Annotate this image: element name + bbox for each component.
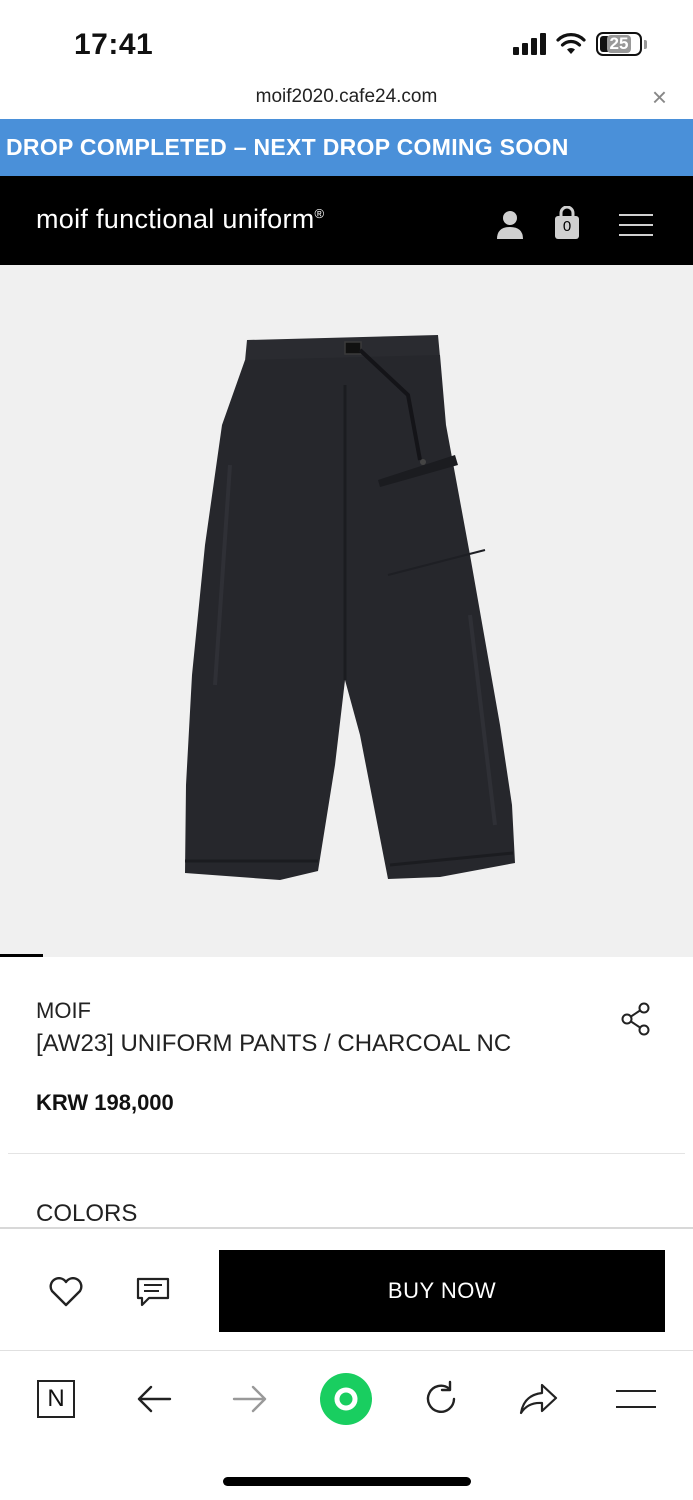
reload-button[interactable] xyxy=(413,1373,469,1425)
menu-icon xyxy=(616,1390,656,1408)
pants-illustration xyxy=(185,335,515,880)
battery-tip xyxy=(644,39,647,49)
forward-arrow-icon xyxy=(232,1385,267,1413)
browser-toolbar: N xyxy=(0,1350,693,1500)
review-icon[interactable] xyxy=(135,1276,171,1308)
battery-icon: 25 xyxy=(596,32,642,56)
product-title: [AW23] UNIFORM PANTS / CHARCOAL NC xyxy=(36,1030,512,1057)
back-arrow-icon xyxy=(137,1385,172,1413)
product-price: KRW 198,000 xyxy=(36,1090,174,1115)
battery-level: 25 xyxy=(606,35,632,53)
share-page-button[interactable] xyxy=(510,1373,566,1425)
status-bar: 17:41 25 xyxy=(0,0,693,80)
url-text[interactable]: moif2020.cafe24.com xyxy=(0,86,693,108)
purchase-bar: BUY NOW xyxy=(0,1227,693,1350)
share-arrow-icon xyxy=(519,1383,558,1415)
slide-indicator xyxy=(0,954,43,957)
cart-count: 0 xyxy=(562,218,572,235)
status-icons: 25 xyxy=(513,32,647,56)
product-image[interactable] xyxy=(0,265,693,957)
green-dot-icon xyxy=(320,1373,372,1425)
heart-icon[interactable] xyxy=(48,1277,84,1307)
announcement-banner[interactable]: DROP COMPLETED – NEXT DROP COMING SOON xyxy=(0,119,693,176)
registered-mark: ® xyxy=(314,206,325,221)
share-icon[interactable] xyxy=(620,1001,652,1037)
browser-menu-button[interactable] xyxy=(608,1373,664,1425)
naver-icon: N xyxy=(37,1380,75,1418)
brand-name: moif functional uniform xyxy=(36,204,315,234)
status-time: 17:41 xyxy=(74,28,154,61)
brand-logo[interactable]: moif functional uniform® xyxy=(36,204,324,235)
divider xyxy=(8,1153,685,1154)
buy-now-button[interactable]: BUY NOW xyxy=(219,1250,665,1332)
site-header: moif functional uniform® 0 xyxy=(0,176,693,265)
naver-home-button[interactable]: N xyxy=(28,1373,84,1425)
close-icon[interactable]: × xyxy=(652,82,667,113)
back-button[interactable] xyxy=(126,1373,182,1425)
green-dot-button[interactable] xyxy=(318,1373,374,1425)
product-brand[interactable]: MOIF xyxy=(36,998,91,1024)
hamburger-menu-icon[interactable] xyxy=(619,213,653,237)
shopping-bag-icon[interactable]: 0 xyxy=(554,205,580,240)
url-bar: moif2020.cafe24.com × xyxy=(0,80,693,118)
home-indicator xyxy=(223,1477,471,1486)
wifi-icon xyxy=(556,33,586,54)
colors-label: COLORS xyxy=(36,1200,138,1227)
cellular-signal-icon xyxy=(513,33,546,55)
forward-button[interactable] xyxy=(222,1373,278,1425)
user-icon[interactable] xyxy=(496,210,524,240)
reload-icon xyxy=(426,1380,456,1413)
